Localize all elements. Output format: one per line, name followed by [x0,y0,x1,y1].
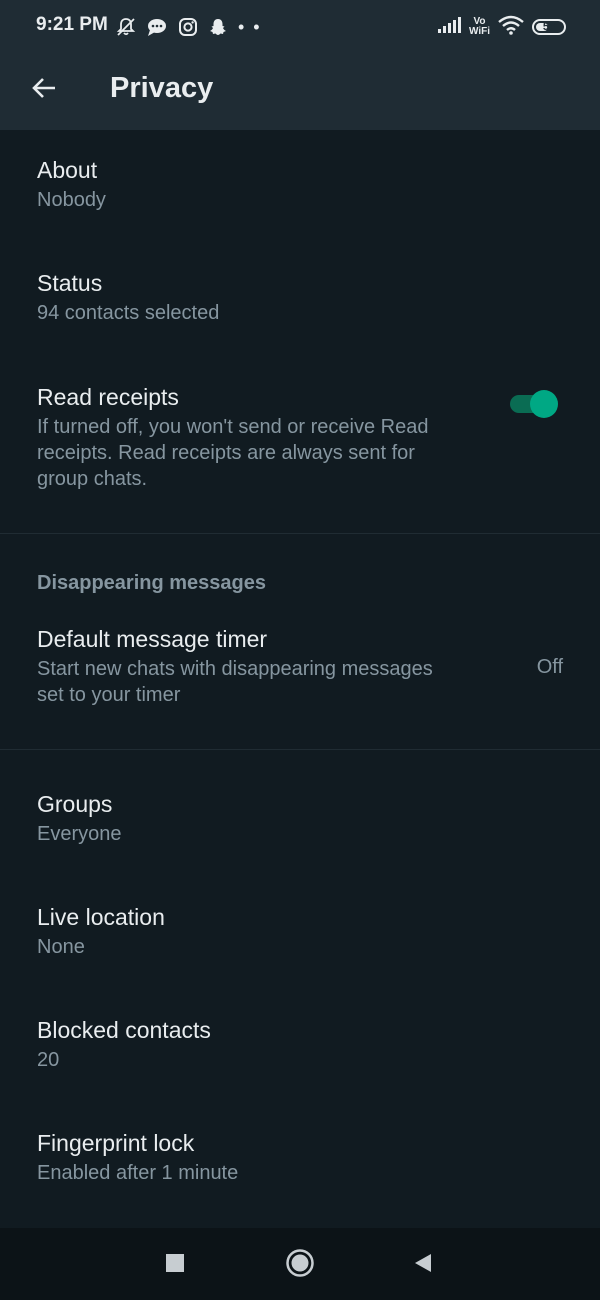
more-notifications-dots: • • [238,17,262,37]
default-timer-desc-line2: set to your timer [37,684,181,706]
circle-home-icon [285,1249,315,1282]
setting-groups-title: Groups [37,791,113,817]
screen: 9:21 PM • • Vo WiFi 53 Privacy About Nob… [0,0,600,1300]
setting-about-value: Nobody [37,189,106,211]
recents-button[interactable] [164,1252,186,1279]
setting-status-value: 94 contacts selected [37,302,220,324]
setting-about[interactable]: About Nobody [0,155,600,213]
divider [0,533,600,534]
read-receipts-desc-line2: receipts. Read receipts are always sent … [37,442,415,464]
mute-bell-icon [116,17,136,37]
back-button[interactable] [22,68,66,112]
setting-fingerprint-lock-title: Fingerprint lock [37,1130,195,1156]
status-right-icons: Vo WiFi 53 [437,14,566,40]
default-timer-desc-line1: Start new chats with disappearing messag… [37,658,433,680]
setting-read-receipts-title: Read receipts [37,384,179,410]
setting-groups[interactable]: Groups Everyone [0,789,600,847]
wifi-icon [498,15,524,40]
app-bar: Privacy [0,56,600,130]
divider [0,749,600,750]
setting-live-location[interactable]: Live location None [0,902,600,960]
signal-icon [437,16,461,39]
home-button[interactable] [285,1248,315,1283]
setting-read-receipts-description: If turned off, you won't send or receive… [37,414,490,492]
setting-status[interactable]: Status 94 contacts selected [0,268,600,326]
arrow-left-icon [30,74,58,107]
battery-level: 53 [542,21,556,33]
status-time: 9:21 PM [36,14,108,35]
chat-bubble-icon [146,17,168,37]
status-bar: 9:21 PM • • Vo WiFi 53 [0,0,600,56]
square-icon [164,1254,186,1278]
instagram-icon [178,17,198,37]
setting-blocked-contacts[interactable]: Blocked contacts 20 [0,1015,600,1073]
setting-about-title: About [37,157,98,183]
setting-blocked-contacts-title: Blocked contacts [37,1017,211,1043]
system-nav-bar [0,1228,600,1300]
setting-fingerprint-lock[interactable]: Fingerprint lock Enabled after 1 minute [0,1128,600,1186]
setting-default-timer-title: Default message timer [37,626,268,652]
section-header-disappearing: Disappearing messages [37,572,266,594]
setting-default-message-timer[interactable]: Default message timer Start new chats wi… [0,624,600,708]
read-receipts-toggle[interactable] [510,390,558,418]
back-nav-button[interactable] [412,1252,434,1279]
status-left-icons: • • [116,14,262,40]
setting-fingerprint-lock-value: Enabled after 1 minute [37,1162,239,1184]
read-receipts-desc-line1: If turned off, you won't send or receive… [37,416,429,438]
setting-live-location-title: Live location [37,904,165,930]
top-header: 9:21 PM • • Vo WiFi 53 Privacy [0,0,600,130]
setting-groups-value: Everyone [37,823,122,845]
setting-status-title: Status [37,270,103,296]
toggle-thumb [530,390,558,418]
read-receipts-desc-line3: group chats. [37,468,148,490]
snapchat-icon [208,17,228,37]
battery-icon: 53 [532,19,566,35]
default-timer-value: Off [536,656,563,678]
triangle-back-icon [412,1254,434,1278]
setting-live-location-value: None [37,936,85,958]
setting-blocked-contacts-value: 20 [37,1049,60,1071]
page-title: Privacy [110,72,214,104]
vowifi-label: Vo WiFi [468,16,490,37]
setting-default-timer-description: Start new chats with disappearing messag… [37,656,490,708]
